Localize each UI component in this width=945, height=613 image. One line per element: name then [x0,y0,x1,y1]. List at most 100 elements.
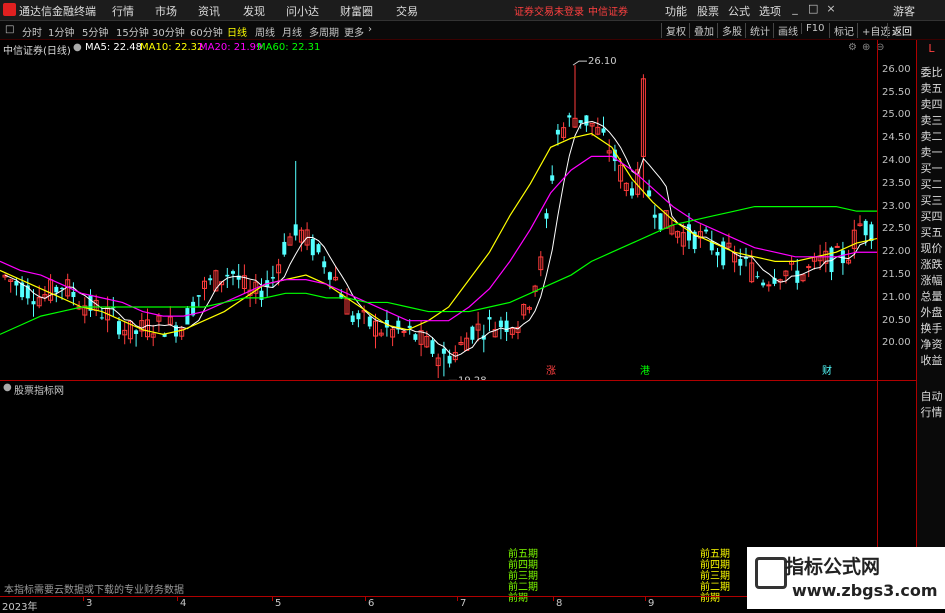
candle-body[interactable] [840,250,845,264]
period-more[interactable]: 更多 [344,24,364,39]
candle-body[interactable] [54,286,59,293]
period-monthly[interactable]: 月线 [282,24,302,39]
candle-body[interactable] [327,272,332,280]
period-intraday[interactable]: 分时 [22,24,42,39]
candle-body[interactable] [704,229,709,232]
candle-body[interactable] [134,330,139,334]
menu-function[interactable]: 功能 [665,3,687,19]
period-5min[interactable]: 5分钟 [82,24,108,39]
period-30min[interactable]: 30分钟 [152,24,185,39]
tool-add-favorite[interactable]: +自选 [857,23,890,38]
sidebar-item[interactable]: 换手 [919,320,944,336]
candle-body[interactable] [293,224,298,236]
sidebar-item[interactable]: 买四 [919,208,944,224]
candle-body[interactable] [350,315,355,322]
candle-body[interactable] [555,129,560,135]
candle-body[interactable] [99,317,104,319]
candle-body[interactable] [441,348,446,354]
period-toggle-icon[interactable]: □ [5,24,14,35]
tool-multi[interactable]: 多股 [717,23,742,38]
candlestick-chart[interactable]: 26.1019.28涨港财 [0,56,877,380]
menu-formula[interactable]: 公式 [728,3,750,19]
chevron-right-icon[interactable]: › [368,24,372,35]
tool-back[interactable]: 返回 [887,23,912,38]
sidebar-item[interactable]: 卖四 [919,96,944,112]
candle-body[interactable] [544,213,549,219]
candle-body[interactable] [316,244,321,253]
event-marker-hk[interactable]: 港 [640,365,650,377]
candle-body[interactable] [755,276,760,278]
sidebar-item[interactable]: 买五 [919,224,944,240]
candle-body[interactable] [715,251,720,256]
settings-gear-icon[interactable]: ⚙ [848,42,857,53]
sidebar-item[interactable]: 买一 [919,160,944,176]
menu-ask[interactable]: 问小达 [286,3,319,19]
candle-body[interactable] [31,301,36,305]
period-daily[interactable]: 日线 [227,24,247,39]
candle-body[interactable] [795,270,800,283]
candle-body[interactable] [721,241,726,266]
sidebar-item[interactable]: 净资 [919,336,944,352]
candle-body[interactable] [208,278,213,281]
menu-quotes[interactable]: 行情 [112,3,134,19]
broker-notice[interactable]: 中信证券 [588,3,628,18]
candle-body[interactable] [630,188,634,196]
candle-body[interactable] [806,266,812,269]
candle-body[interactable] [504,320,509,332]
login-notice[interactable]: 证券交易未登录 [514,3,584,18]
event-marker-rise[interactable]: 涨 [546,365,556,377]
settings-circle-icon[interactable]: ● [73,42,82,53]
candle-body[interactable] [430,340,435,354]
candle-body[interactable] [567,115,572,118]
menu-wealth[interactable]: 财富圈 [340,3,373,19]
menu-news[interactable]: 资讯 [198,3,220,19]
candle-body[interactable] [310,238,315,256]
sidebar-item[interactable]: 买二 [919,176,944,192]
candle-body[interactable] [401,330,407,333]
tool-stats[interactable]: 统计 [745,23,770,38]
candle-body[interactable] [367,316,372,327]
period-multi[interactable]: 多周期 [309,24,339,39]
candle-body[interactable] [356,313,361,320]
candle-body[interactable] [60,287,64,289]
tool-draw[interactable]: 画线 [773,23,798,38]
event-marker-finance[interactable]: 财 [822,364,832,377]
candle-body[interactable] [71,291,76,298]
settings-circle-icon[interactable]: ● [3,382,12,393]
candle-body[interactable] [487,317,492,320]
menu-discover[interactable]: 发现 [243,3,265,19]
sidebar-item[interactable]: 总量 [919,288,944,304]
sidebar-item[interactable]: 行情 [919,404,944,420]
candle-body[interactable] [407,325,412,328]
candle-body[interactable] [647,190,652,197]
candle-body[interactable] [282,241,287,255]
period-60min[interactable]: 60分钟 [190,24,223,39]
candle-body[interactable] [498,320,503,328]
tool-adjust[interactable]: 复权 [661,23,686,38]
maximize-icon[interactable]: □ [808,2,818,16]
candle-body[interactable] [185,308,190,325]
candle-body[interactable] [578,120,583,124]
candle-body[interactable] [270,277,275,279]
candle-body[interactable] [766,284,772,287]
guest-label[interactable]: 游客 [893,3,915,19]
sidebar-item[interactable]: 卖一 [919,144,944,160]
candle-body[interactable] [652,214,657,218]
menu-trade[interactable]: 交易 [396,3,418,19]
sidebar-item[interactable]: L [919,42,944,58]
candle-body[interactable] [322,261,327,268]
sidebar-item[interactable]: 卖二 [919,128,944,144]
sidebar-item[interactable]: 委比 [919,64,944,80]
menu-options[interactable]: 选项 [759,3,781,19]
tool-mark[interactable]: 标记 [829,23,854,38]
period-15min[interactable]: 15分钟 [116,24,149,39]
tool-f10[interactable]: F10 [801,23,824,34]
close-icon[interactable]: × [826,2,836,16]
indicator-panel[interactable] [0,395,877,595]
candle-body[interactable] [117,321,121,335]
candle-body[interactable] [738,259,743,266]
candle-body[interactable] [196,295,201,297]
sidebar-item[interactable]: 卖五 [919,80,944,96]
candle-body[interactable] [259,290,264,300]
candle-body[interactable] [470,326,475,340]
